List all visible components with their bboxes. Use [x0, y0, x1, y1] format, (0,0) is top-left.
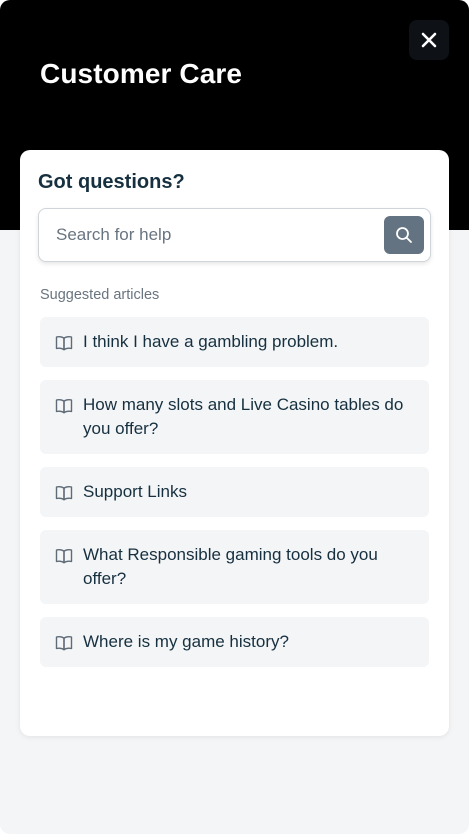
page-title: Customer Care — [40, 58, 243, 89]
search-box — [38, 208, 431, 262]
search-input[interactable] — [56, 223, 376, 247]
help-card: Got questions? Suggested articles I thin… — [20, 150, 449, 736]
book-icon — [55, 336, 73, 351]
close-button[interactable] — [409, 20, 449, 60]
close-icon — [421, 32, 437, 48]
book-icon — [55, 399, 73, 414]
list-item[interactable]: What Responsible gaming tools do you off… — [40, 530, 429, 604]
book-icon — [55, 549, 73, 564]
article-label: What Responsible gaming tools do you off… — [83, 545, 378, 588]
article-label: I think I have a gambling problem. — [83, 332, 339, 351]
article-list: I think I have a gambling problem. How m… — [40, 317, 429, 680]
customer-care-widget: Customer Care Got questions? Suggested a… — [0, 0, 469, 834]
book-icon — [55, 636, 73, 651]
list-item[interactable]: How many slots and Live Casino tables do… — [40, 380, 429, 454]
article-label: Support Links — [83, 482, 187, 501]
list-item[interactable]: I think I have a gambling problem. — [40, 317, 429, 367]
list-item[interactable]: Where is my game history? — [40, 617, 429, 667]
article-label: How many slots and Live Casino tables do… — [83, 395, 404, 438]
book-icon — [55, 486, 73, 501]
list-item[interactable]: Support Links — [40, 467, 429, 517]
card-title: Got questions? — [38, 171, 185, 193]
article-label: Where is my game history? — [83, 632, 289, 651]
suggested-articles-label: Suggested articles — [40, 287, 160, 303]
search-button[interactable] — [384, 216, 424, 254]
search-icon — [396, 227, 412, 243]
